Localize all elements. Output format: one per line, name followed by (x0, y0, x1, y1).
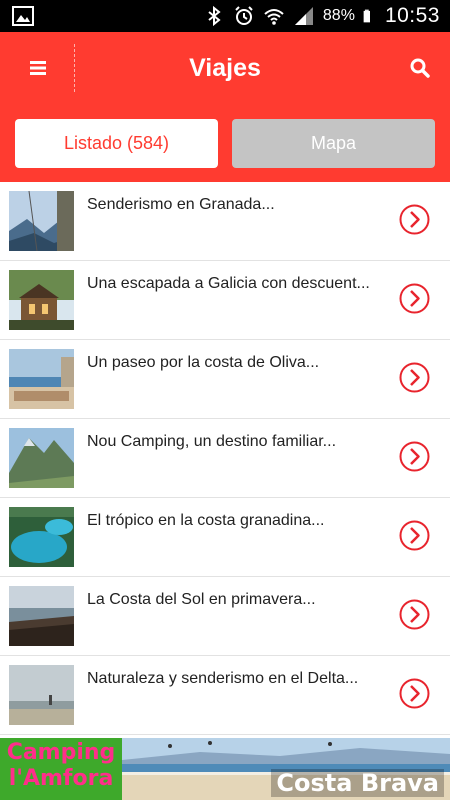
signal-icon (294, 7, 313, 25)
list-item-label: La Costa del Sol en primavera... (87, 591, 316, 608)
chevron-right-icon[interactable] (399, 204, 430, 235)
tab-mapa[interactable]: Mapa (232, 119, 435, 168)
list-item-label: Senderismo en Granada... (87, 196, 275, 213)
list-item[interactable]: Senderismo en Granada... (0, 182, 450, 261)
banner-line1: Camping (6, 740, 116, 765)
thumbnail-image (9, 586, 74, 646)
list-item[interactable]: Un paseo por la costa de Oliva... (0, 340, 450, 419)
thumbnail-image (9, 428, 74, 488)
list-item-label: El trópico en la costa granadina... (87, 512, 325, 529)
chevron-right-icon[interactable] (399, 362, 430, 393)
chevron-right-icon[interactable] (399, 283, 430, 314)
list-item[interactable]: El trópico en la costa granadina... (0, 498, 450, 577)
chevron-right-icon[interactable] (399, 441, 430, 472)
wifi-icon (264, 9, 284, 25)
app-header: Viajes (0, 32, 450, 104)
thumbnail-image (9, 191, 74, 251)
tab-listado[interactable]: Listado (584) (15, 119, 218, 168)
alarm-icon (235, 6, 253, 25)
list-item[interactable]: Nou Camping, un destino familiar... (0, 419, 450, 498)
view-tabs: Listado (584) Mapa (0, 104, 450, 182)
list-item[interactable]: Una escapada a Galicia con descuent... (0, 261, 450, 340)
list-item-label: Una escapada a Galicia con descuent... (87, 275, 370, 292)
banner-destination: Costa Brava (271, 769, 444, 797)
thumbnail-image (9, 665, 74, 725)
list-item-label: Un paseo por la costa de Oliva... (87, 354, 320, 371)
banner-line2: l'Amfora (8, 766, 114, 791)
list-item[interactable]: La Costa del Sol en primavera... (0, 577, 450, 656)
status-bar: 88% 10:53 (0, 0, 450, 32)
battery-percent: 88% (322, 7, 355, 24)
trip-list: Senderismo en Granada... Una escapada a … (0, 182, 450, 735)
bluetooth-icon (208, 5, 221, 27)
page-title: Viajes (189, 54, 261, 82)
thumbnail-image (9, 507, 74, 567)
image-icon (12, 6, 34, 26)
chevron-right-icon[interactable] (399, 678, 430, 709)
battery-icon (363, 9, 370, 23)
thumbnail-image (9, 270, 74, 330)
banner-logo: Camping l'Amfora (0, 738, 122, 800)
list-item[interactable]: Naturaleza y senderismo en el Delta... (0, 656, 450, 735)
search-icon[interactable] (408, 56, 432, 80)
thumbnail-image (9, 349, 74, 409)
list-item-label: Naturaleza y senderismo en el Delta... (87, 670, 359, 687)
chevron-right-icon[interactable] (399, 599, 430, 630)
chevron-right-icon[interactable] (399, 520, 430, 551)
list-item-label: Nou Camping, un destino familiar... (87, 433, 337, 450)
clock-time: 10:53 (384, 4, 440, 27)
ad-banner[interactable]: Camping l'Amfora Costa Brava (0, 738, 450, 800)
